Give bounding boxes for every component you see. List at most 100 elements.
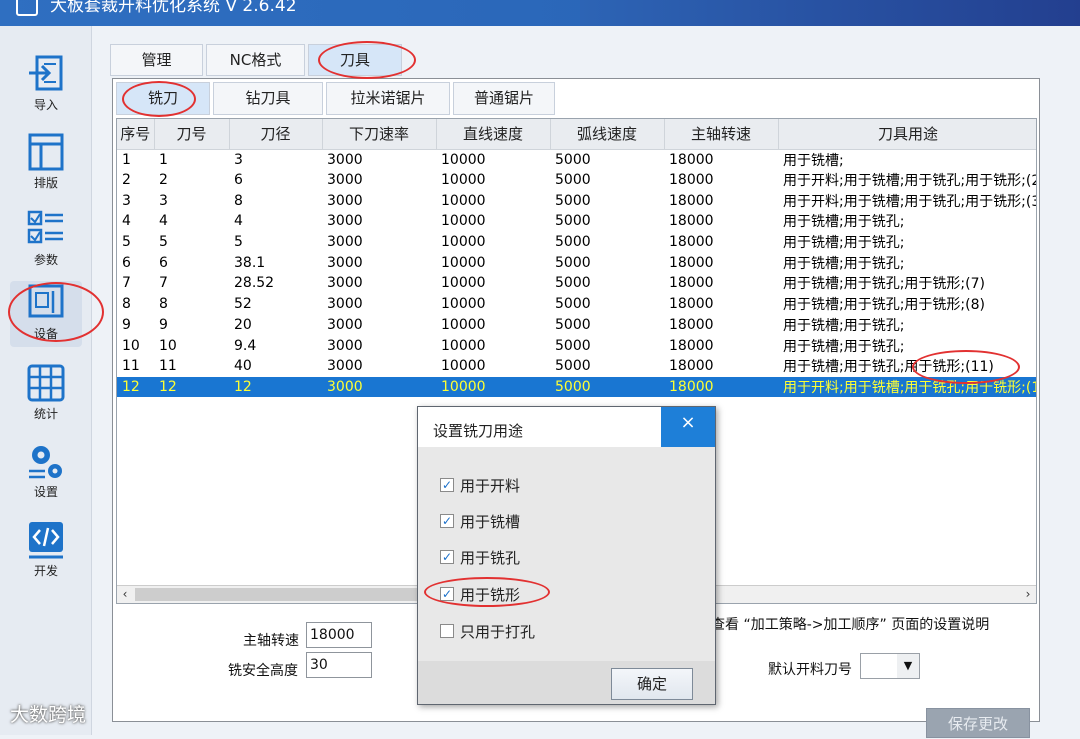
sidebar-item-label: 导入	[33, 98, 58, 112]
table-cell: 5000	[555, 192, 591, 209]
table-cell: 18000	[669, 234, 714, 251]
table-cell: 3000	[327, 213, 363, 230]
table-header: 序号 刀号 刀径 下刀速率 直线速度 弧线速度 主轴转速 刀具用途	[117, 119, 1036, 150]
tab-lamino-saw[interactable]: 拉米诺锯片	[326, 82, 450, 115]
spindle-speed-input[interactable]: 18000	[306, 622, 372, 648]
close-icon[interactable]: ×	[661, 407, 715, 447]
table-cell: 10000	[441, 275, 486, 292]
column-header[interactable]: 弧线速度	[550, 119, 665, 150]
scrollbar-thumb[interactable]	[135, 588, 420, 601]
column-header[interactable]: 刀号	[154, 119, 230, 150]
table-row[interactable]: 8 8 52 3000 10000 5000 18000 用于铣槽;用于铣孔;用于铣形;(8)	[117, 294, 1036, 315]
table-row[interactable]: 10 10 9.4 3000 10000 5000 18000 用于铣槽;用于铣孔;	[117, 335, 1036, 356]
sidebar-item-label: 统计	[33, 407, 58, 421]
scroll-left-icon[interactable]: ‹	[117, 586, 133, 603]
table-row[interactable]: 3 3 8 3000 10000 5000 18000 用于开料;用于铣槽;用于铣孔;用于铣形…	[117, 190, 1036, 211]
table-row[interactable]: 1 1 3 3000 10000 5000 18000 用于铣槽;	[117, 149, 1036, 170]
table-cell: 11	[159, 358, 177, 375]
column-header[interactable]: 序号	[117, 119, 155, 150]
tab-normal-saw[interactable]: 普通锯片	[453, 82, 555, 115]
table-cell: 3000	[327, 275, 363, 292]
column-header[interactable]: 刀径	[229, 119, 323, 150]
sidebar-item-layout[interactable]: 排版	[10, 130, 82, 196]
checklist-icon	[27, 210, 63, 244]
table-cell: 18000	[669, 337, 714, 354]
table-cell: 5000	[555, 172, 591, 189]
table-cell: 3	[159, 192, 168, 209]
table-cell: 18000	[669, 151, 714, 168]
table-cell: 4	[122, 213, 131, 230]
sidebar-item-settings[interactable]: 设置	[10, 439, 82, 505]
table-cell: 用于铣槽;用于铣孔;	[783, 317, 905, 334]
column-header[interactable]: 主轴转速	[664, 119, 779, 150]
dialog-title: 设置铣刀用途	[433, 422, 524, 440]
table-cell: 18000	[669, 192, 714, 209]
table-cell: 用于铣槽;用于铣孔;	[783, 255, 905, 272]
table-row[interactable]: 4 4 4 3000 10000 5000 18000 用于铣槽;用于铣孔;	[117, 211, 1036, 232]
table-cell: 10000	[441, 172, 486, 189]
table-cell: 10000	[441, 192, 486, 209]
checkbox[interactable]: ✓	[440, 514, 454, 528]
table-cell: 2	[159, 172, 168, 189]
table-cell: 3000	[327, 172, 363, 189]
table-cell: 8	[122, 296, 131, 313]
highlight-oval	[318, 41, 416, 79]
title-bar: 大板套裁开料优化系统 V 2.6.42	[0, 0, 1080, 26]
table-cell: 40	[234, 358, 252, 375]
sidebar-item-import[interactable]: 导入	[10, 52, 82, 118]
table-row[interactable]: 7 7 28.52 3000 10000 5000 18000 用于铣槽;用于铣孔;用于铣形;…	[117, 273, 1036, 294]
table-cell: 5000	[555, 151, 591, 168]
table-cell: 18000	[664, 376, 778, 398]
table-cell: 3000	[327, 337, 363, 354]
chevron-down-icon[interactable]: ▼	[897, 654, 919, 678]
table-cell: 用于开料;用于铣槽;用于铣孔;用于铣形;(2)	[783, 173, 1037, 190]
table-cell: 3000	[322, 376, 436, 398]
table-cell: 3	[122, 192, 131, 209]
highlight-oval	[122, 81, 196, 117]
sidebar-item-label: 开发	[33, 564, 58, 578]
table-row[interactable]: 11 11 40 3000 10000 5000 18000 用于铣槽;用于铣孔;用于铣形;(…	[117, 356, 1036, 377]
table-cell: 20	[234, 316, 252, 333]
column-header[interactable]: 直线速度	[436, 119, 551, 150]
sidebar-item-stats[interactable]: 统计	[10, 361, 82, 427]
table-cell: 4	[159, 213, 168, 230]
table-row[interactable]: 5 5 5 3000 10000 5000 18000 用于铣槽;用于铣孔;	[117, 232, 1036, 253]
table-cell: 用于铣槽;用于铣孔;用于铣形;(7)	[783, 276, 985, 293]
table-cell: 10	[122, 337, 140, 354]
table-cell: 5000	[555, 234, 591, 251]
table-cell: 10000	[441, 254, 486, 271]
table-cell: 3000	[327, 254, 363, 271]
checkbox[interactable]	[440, 624, 454, 638]
table-cell: 用于铣槽;	[783, 152, 844, 169]
ok-button[interactable]: 确定	[611, 668, 693, 700]
table-cell: 18000	[669, 254, 714, 271]
table-row[interactable]: 9 9 20 3000 10000 5000 18000 用于铣槽;用于铣孔;	[117, 315, 1036, 336]
table-row[interactable]: 2 2 6 3000 10000 5000 18000 用于开料;用于铣槽;用于铣孔;用于铣形…	[117, 170, 1037, 191]
table-cell: 18000	[669, 275, 714, 292]
dialog-footer: 确定	[418, 661, 715, 704]
tab-nc-format[interactable]: NC格式	[206, 44, 305, 76]
sidebar-item-label: 排版	[33, 176, 58, 190]
sidebar-item-dev[interactable]: 开发	[10, 518, 82, 584]
safe-height-input[interactable]: 30	[306, 652, 372, 678]
tab-manage[interactable]: 管理	[110, 44, 203, 76]
table-cell: 5000	[555, 296, 591, 313]
column-header[interactable]: 刀具用途	[778, 119, 1036, 150]
table-cell: 4	[234, 213, 243, 230]
column-header[interactable]: 下刀速率	[322, 119, 437, 150]
window-title: 大板套裁开料优化系统 V 2.6.42	[50, 0, 297, 16]
app-logo-icon	[16, 0, 38, 16]
table-cell: 5000	[555, 213, 591, 230]
checkbox[interactable]: ✓	[440, 550, 454, 564]
checkbox[interactable]: ✓	[440, 478, 454, 492]
table-row[interactable]: 12 12 12 3000 10000 5000 18000 用于开料;用于铣槽;用于铣孔;用…	[117, 376, 1036, 398]
save-button[interactable]: 保存更改	[926, 708, 1030, 738]
strategy-note: 查看 “加工策略->加工顺序” 页面的设置说明	[711, 617, 990, 633]
sidebar-item-params[interactable]: 参数	[10, 207, 82, 273]
table-row[interactable]: 6 6 38.1 3000 10000 5000 18000 用于铣槽;用于铣孔;	[117, 252, 1036, 273]
table-cell: 9.4	[234, 337, 257, 354]
table-cell: 5000	[550, 376, 664, 398]
scroll-right-icon[interactable]: ›	[1020, 586, 1036, 603]
tab-drill-tools[interactable]: 钻刀具	[213, 82, 323, 115]
default-tool-select[interactable]: ▼	[860, 653, 920, 679]
